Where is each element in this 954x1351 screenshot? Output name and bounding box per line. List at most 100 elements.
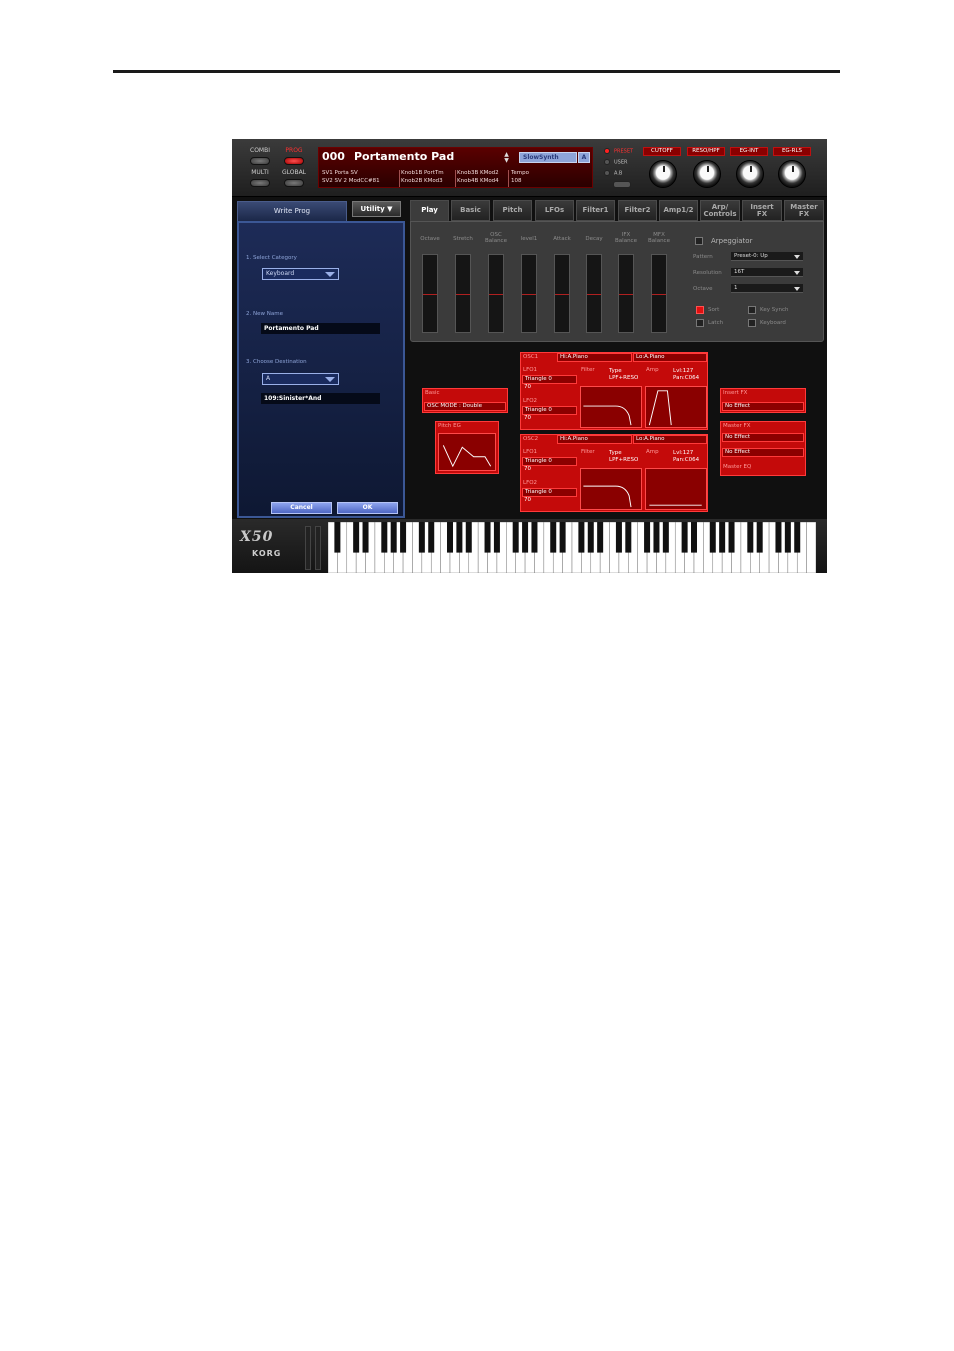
black-key[interactable] xyxy=(531,522,538,553)
mode-multi-button[interactable]: MULTI xyxy=(245,169,275,187)
osc1-hi-multisample[interactable]: Hi:A.Piano xyxy=(557,353,632,362)
bank-user-select[interactable]: USER xyxy=(604,159,627,166)
insert-fx-block[interactable]: Insert FX No Effect xyxy=(720,388,806,413)
osc2-hi-multisample[interactable]: Hi:A.Piano xyxy=(557,435,632,444)
mod-wheel[interactable] xyxy=(315,526,321,570)
octave-select[interactable]: 1 xyxy=(731,284,803,293)
black-key[interactable] xyxy=(550,522,557,553)
key-sync-checkbox[interactable] xyxy=(748,306,756,314)
tab-insert-fx[interactable]: Insert FX xyxy=(742,200,782,221)
osc1-lo-multisample[interactable]: Lo:A.Piano xyxy=(633,353,707,362)
black-key[interactable] xyxy=(493,522,500,553)
black-key[interactable] xyxy=(662,522,669,553)
octave-slider[interactable] xyxy=(422,254,438,333)
pitch-eg-block[interactable]: Pitch EG xyxy=(435,421,499,474)
black-key[interactable] xyxy=(465,522,472,553)
black-key[interactable] xyxy=(775,522,782,553)
destination-bank-select[interactable]: A xyxy=(262,373,339,385)
ok-button[interactable]: OK xyxy=(337,502,398,514)
reso-hpf-knob[interactable] xyxy=(693,160,721,188)
pattern-select[interactable]: Preset-0: Up xyxy=(731,252,803,261)
black-key[interactable] xyxy=(559,522,566,553)
lfo2-wave[interactable]: Triangle 0 xyxy=(522,406,577,415)
black-key[interactable] xyxy=(362,522,369,553)
category-badge[interactable]: SlowSynth xyxy=(519,152,577,163)
osc1-block[interactable]: OSC1 Hi:A.Piano Lo:A.Piano LFO1 Triangle… xyxy=(520,352,708,430)
black-key[interactable] xyxy=(653,522,660,553)
tab-pitch[interactable]: Pitch xyxy=(493,200,532,221)
bank-preset-select[interactable]: PRESET xyxy=(604,148,633,155)
black-key[interactable] xyxy=(587,522,594,553)
eg-int-knob[interactable] xyxy=(736,160,764,188)
black-key[interactable] xyxy=(747,522,754,553)
osc-mode-value[interactable]: OSC MODE : Double xyxy=(424,402,506,411)
black-key[interactable] xyxy=(597,522,604,553)
tab-filter1[interactable]: Filter1 xyxy=(576,200,615,221)
black-key[interactable] xyxy=(615,522,622,553)
utility-menu-button[interactable]: Utility ▼ xyxy=(352,201,401,217)
black-key[interactable] xyxy=(446,522,454,553)
black-key[interactable] xyxy=(681,522,688,553)
osc-balance-slider[interactable] xyxy=(488,254,504,333)
black-key[interactable] xyxy=(728,522,735,553)
black-key[interactable] xyxy=(353,522,360,553)
level1-slider[interactable] xyxy=(521,254,537,333)
black-key[interactable] xyxy=(390,522,397,553)
black-key[interactable] xyxy=(625,522,632,553)
decay-slider[interactable] xyxy=(586,254,602,333)
tab-write-prog[interactable]: Write Prog xyxy=(237,201,347,221)
attack-slider[interactable] xyxy=(554,254,570,333)
cutoff-knob[interactable] xyxy=(649,160,677,188)
tab-filter2[interactable]: Filter2 xyxy=(618,200,657,221)
program-up-down-icon[interactable]: ▲ ▼ xyxy=(502,152,511,164)
tab-amp12[interactable]: Amp1/2 xyxy=(659,200,698,221)
lfo1-wave[interactable]: Triangle 0 xyxy=(522,375,577,384)
osc2-block[interactable]: OSC2 Hi:A.Piano Lo:A.Piano LFO1 Triangle… xyxy=(520,434,708,512)
black-key[interactable] xyxy=(512,522,519,553)
mode-global-button[interactable]: GLOBAL xyxy=(279,169,309,187)
bank-ab-select[interactable]: A.B xyxy=(604,170,622,177)
category-select[interactable]: Keyboard xyxy=(262,268,339,280)
black-key[interactable] xyxy=(456,522,463,553)
pitch-wheel[interactable] xyxy=(305,526,311,570)
eg-rls-knob[interactable] xyxy=(778,160,806,188)
arpeggiator-checkbox[interactable] xyxy=(695,237,703,245)
master-fx-block[interactable]: Master FX No Effect No Effect Master EQ xyxy=(720,421,806,476)
black-key[interactable] xyxy=(381,522,388,553)
piano-keyboard[interactable] xyxy=(328,522,816,573)
stretch-slider[interactable] xyxy=(455,254,471,333)
tab-play[interactable]: Play xyxy=(410,200,449,221)
keyboard-checkbox[interactable] xyxy=(748,319,756,327)
black-key[interactable] xyxy=(644,522,651,553)
black-key[interactable] xyxy=(794,522,801,553)
black-key[interactable] xyxy=(428,522,435,553)
black-key[interactable] xyxy=(522,522,529,553)
ifx-balance-slider[interactable] xyxy=(618,254,634,333)
cancel-button[interactable]: Cancel xyxy=(271,502,332,514)
insert-fx-value[interactable]: No Effect xyxy=(722,402,804,411)
lfo2-wave[interactable]: Triangle 0 xyxy=(522,488,577,497)
lfo1-wave[interactable]: Triangle 0 xyxy=(522,457,577,466)
mfx-balance-slider[interactable] xyxy=(651,254,667,333)
black-key[interactable] xyxy=(719,522,726,553)
tab-master-fx[interactable]: Master FX xyxy=(784,200,824,221)
black-key[interactable] xyxy=(784,522,791,553)
black-key[interactable] xyxy=(709,522,716,553)
program-name[interactable]: Portamento Pad xyxy=(354,150,454,163)
destination-program-field[interactable]: 109:Sinister*And xyxy=(261,393,380,404)
mode-combi-button[interactable]: COMBI xyxy=(245,147,275,165)
bank-toggle-button[interactable] xyxy=(613,181,631,188)
black-key[interactable] xyxy=(690,522,698,553)
mode-prog-button[interactable]: PROG xyxy=(279,147,309,165)
master-eq-label[interactable]: Master EQ xyxy=(721,463,751,472)
tab-arp-controls[interactable]: Arp/ Controls xyxy=(700,200,740,221)
master-fx1-value[interactable]: No Effect xyxy=(722,433,804,442)
resolution-select[interactable]: 16T xyxy=(731,268,803,277)
tab-lfos[interactable]: LFOs xyxy=(535,200,574,221)
master-fx2-value[interactable]: No Effect xyxy=(722,448,804,457)
basic-block[interactable]: Basic OSC MODE : Double xyxy=(422,388,508,413)
sort-checkbox[interactable] xyxy=(696,306,704,314)
black-key[interactable] xyxy=(418,522,425,553)
osc2-lo-multisample[interactable]: Lo:A.Piano xyxy=(633,435,707,444)
latch-checkbox[interactable] xyxy=(696,319,704,327)
